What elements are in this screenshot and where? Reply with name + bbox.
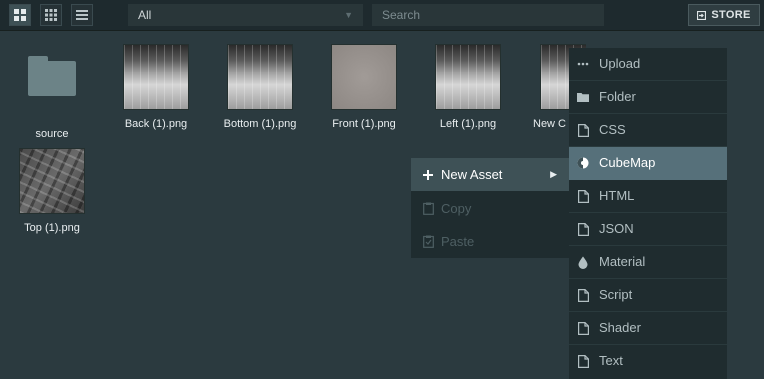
grid-large-icon [14,9,26,21]
store-label: STORE [711,9,751,21]
asset-item-folder[interactable]: source [8,44,96,140]
asset-item[interactable]: Left (1).png [424,44,512,130]
folder-icon [28,56,76,96]
list-view-button[interactable] [71,4,93,26]
chevron-right-icon: ▶ [550,169,557,179]
submenu-item-label: Script [599,287,633,302]
submenu-item-label: Material [599,254,646,269]
asset-item[interactable]: Top (1).png [8,148,96,234]
folder-icon [576,81,590,113]
menu-item-paste[interactable]: Paste [411,225,569,258]
submenu-item-label: Upload [599,56,641,71]
menu-item-label: Paste [441,234,475,249]
image-thumbnail [435,44,501,110]
submenu-item-json[interactable]: JSON [569,213,727,246]
submenu-item-label: HTML [599,188,635,203]
asset-item[interactable]: Back (1).png [112,44,200,130]
asset-item[interactable]: Bottom (1).png [216,44,304,130]
menu-item-label: New Asset [441,167,503,182]
file-icon [576,279,590,311]
asset-label: Bottom (1).png [223,118,297,130]
menu-item-new-asset[interactable]: New Asset ▶ [411,158,569,191]
submenu-item-upload[interactable]: Upload [569,48,727,81]
search-input[interactable]: Search [372,4,604,26]
menu-item-label: Copy [441,201,472,216]
context-menu: New Asset ▶ Copy Paste [411,158,569,258]
filter-value: All [138,8,152,22]
store-icon [697,10,707,20]
paste-icon [421,225,435,260]
asset-label: Left (1).png [439,118,497,130]
submenu-item-label: JSON [599,221,634,236]
image-thumbnail [123,44,189,110]
search-placeholder: Search [382,8,421,22]
file-icon [576,114,590,146]
submenu-item-label: CubeMap [599,155,656,170]
plus-icon [421,158,435,192]
chevron-down-icon: ▼ [344,10,353,20]
asset-label: Top (1).png [24,222,80,234]
submenu-item-html[interactable]: HTML [569,180,727,213]
submenu-item-material[interactable]: Material [569,246,727,279]
grid-large-view-button[interactable] [9,4,31,26]
ellipsis-icon [576,48,590,80]
store-button[interactable]: STORE [688,4,760,26]
submenu-item-label: Folder [599,89,636,104]
submenu-item-label: Shader [599,320,641,335]
submenu-item-css[interactable]: CSS [569,114,727,147]
submenu-item-label: CSS [599,122,626,137]
submenu-item-shader[interactable]: Shader [569,312,727,345]
submenu-item-folder[interactable]: Folder [569,81,727,114]
menu-item-copy[interactable]: Copy [411,192,569,225]
file-icon [576,213,590,245]
new-asset-submenu: Upload Folder CSS CubeMap HTML JSON Mate… [569,48,727,379]
file-icon [576,345,590,377]
grid-small-view-button[interactable] [40,4,62,26]
image-thumbnail [331,44,397,110]
asset-label: Front (1).png [332,118,396,130]
asset-toolbar: All ▼ Search STORE [0,0,764,31]
file-icon [576,180,590,212]
cubemap-icon [576,147,590,179]
droplet-icon [576,246,590,278]
list-icon [76,10,88,20]
asset-item[interactable]: Front (1).png [320,44,408,130]
submenu-item-cubemap[interactable]: CubeMap [569,147,727,180]
image-thumbnail [19,148,85,214]
submenu-item-label: Text [599,353,623,368]
copy-icon [421,192,435,227]
image-thumbnail [227,44,293,110]
asset-label: source [35,128,69,140]
asset-filter-select[interactable]: All ▼ [128,4,363,26]
submenu-item-script[interactable]: Script [569,279,727,312]
submenu-item-text[interactable]: Text [569,345,727,378]
folder-thumb [20,56,84,120]
grid-small-icon [45,9,57,21]
asset-label: Back (1).png [124,118,188,130]
file-icon [576,312,590,344]
